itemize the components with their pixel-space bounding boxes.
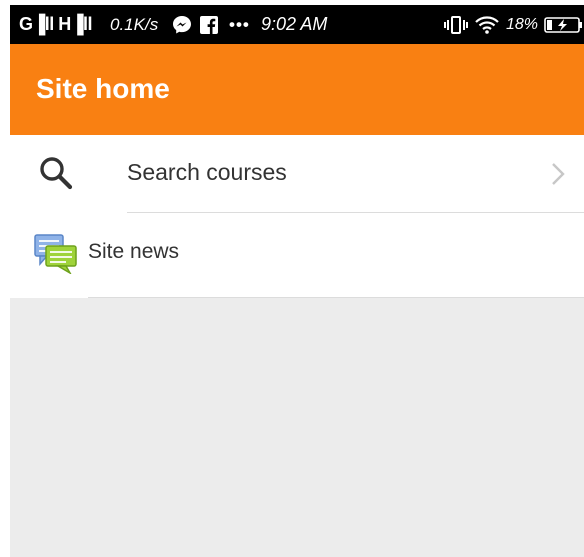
more-notifications-icon: ••• xyxy=(229,14,250,34)
site-news-item[interactable]: Site news xyxy=(10,213,584,298)
network-speed: 0.1K/s xyxy=(110,14,159,34)
clock: 9:02 AM xyxy=(261,14,328,34)
site-news-label: Site news xyxy=(88,240,180,263)
chevron-right-icon xyxy=(550,161,566,187)
divider xyxy=(88,297,584,298)
search-icon xyxy=(38,155,74,191)
forum-news-icon xyxy=(34,234,78,276)
search-courses-label: Search courses xyxy=(127,159,287,185)
app-bar: Site home xyxy=(10,44,584,135)
battery-percent: 18% xyxy=(506,15,539,33)
signal-indicator: G▐ll H▐ll xyxy=(19,14,93,34)
messenger-icon xyxy=(172,5,192,44)
site-home-list: Search courses Site news xyxy=(10,135,584,298)
status-bar: G▐ll H▐ll 0.1K/s ••• 9:02 AM 18% xyxy=(10,5,584,44)
facebook-icon xyxy=(200,5,218,44)
app-screen: G▐ll H▐ll 0.1K/s ••• 9:02 AM 18% Site ho… xyxy=(10,5,584,557)
search-courses-item[interactable]: Search courses xyxy=(10,135,584,213)
page-title: Site home xyxy=(36,73,170,104)
wifi-icon xyxy=(475,5,499,44)
vibrate-icon xyxy=(444,5,468,44)
battery-charging-icon xyxy=(544,5,584,44)
